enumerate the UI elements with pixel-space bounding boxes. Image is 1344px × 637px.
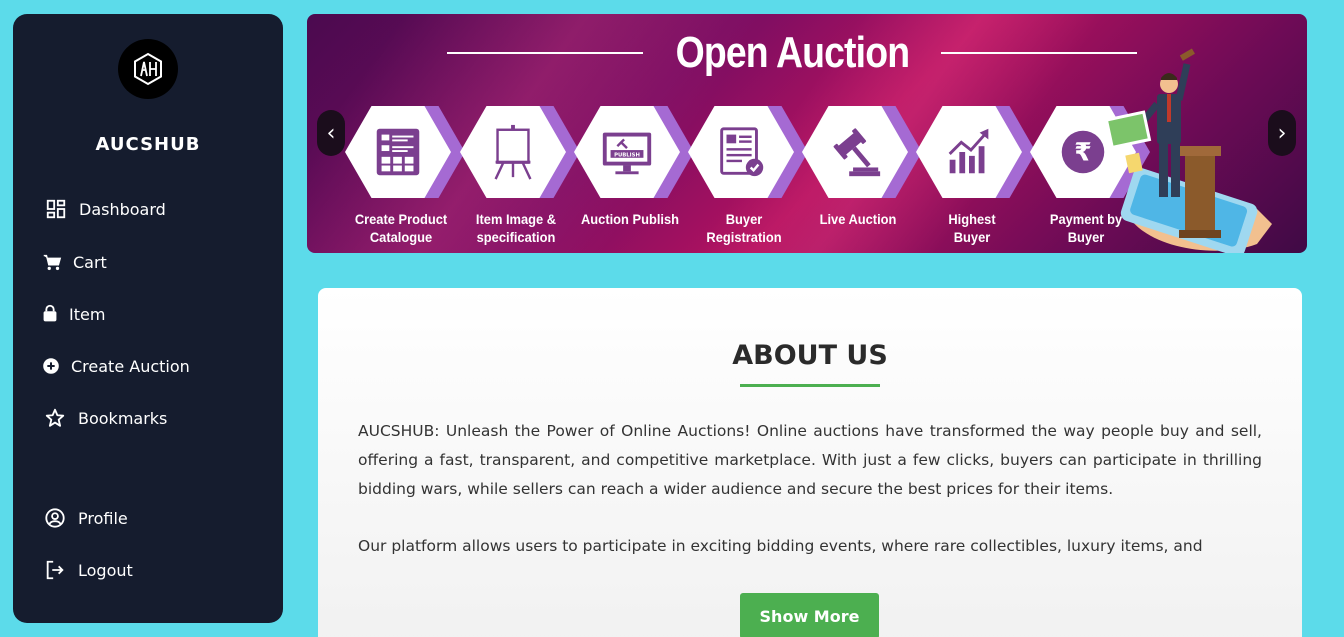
step-label: Item Image & (475, 211, 557, 227)
logo-icon (134, 52, 162, 86)
step-label: Buyer (953, 229, 991, 245)
step-label: Live Auction (819, 211, 897, 227)
show-more-button[interactable]: Show More (740, 593, 879, 637)
banner-title: Open Auction (675, 28, 909, 77)
auctioneer-illustration (1107, 48, 1272, 253)
registration-form-icon (720, 127, 764, 177)
publish-badge: PUBLISH (614, 152, 640, 158)
open-auction-banner: Open Auction ‹ › Create Product Catalogue (307, 14, 1307, 253)
user-circle-icon (45, 508, 65, 528)
nav-profile[interactable]: Profile (44, 506, 128, 530)
step-label: Buyer (725, 211, 763, 227)
nav-cart[interactable]: Cart (41, 250, 107, 274)
step-label: Auction Publish (580, 211, 680, 227)
star-icon (45, 408, 65, 427)
publish-monitor-icon: PUBLISH (602, 132, 652, 175)
nav-item-label: Item (69, 304, 106, 324)
nav-item[interactable]: Item (39, 302, 105, 326)
nav-bookmarks-label: Bookmarks (78, 408, 168, 428)
sidebar: AUCSHUB Dashboard Cart Item Create Aucti… (13, 14, 283, 623)
brand-logo[interactable] (118, 39, 178, 99)
bag-icon (43, 304, 57, 322)
banner-title-row: Open Auction (447, 28, 1138, 78)
rupee-icon: ₹ (1061, 130, 1105, 174)
step-label: Create Product (354, 211, 448, 227)
nav-create-auction[interactable]: Create Auction (40, 354, 190, 378)
catalogue-icon (376, 128, 420, 176)
dashboard-icon (46, 199, 66, 219)
step-auction-publish[interactable]: PUBLISH Auction Publish (574, 106, 694, 228)
easel-icon (494, 124, 532, 180)
step-label: Catalogue (369, 229, 433, 245)
nav-create-auction-label: Create Auction (71, 356, 190, 376)
carousel-prev-button[interactable]: ‹ (317, 110, 345, 156)
cart-icon (43, 254, 62, 271)
nav-bookmarks[interactable]: Bookmarks (44, 406, 167, 430)
step-label: Registration (706, 229, 782, 245)
about-title: ABOUT US (732, 340, 888, 371)
about-us-card: ABOUT US AUCSHUB: Unleash the Power of O… (318, 288, 1302, 637)
logout-icon (46, 560, 64, 580)
nav-dashboard-label: Dashboard (79, 199, 166, 219)
about-paragraph: Our platform allows users to participate… (358, 537, 1203, 555)
step-buyer-registration[interactable]: Buyer Registration (688, 106, 808, 246)
step-item-image[interactable]: Item Image & specification (460, 106, 580, 246)
brand-name: AUCSHUB (95, 134, 201, 155)
title-underline (740, 384, 880, 387)
step-create-catalogue[interactable]: Create Product Catalogue (345, 106, 465, 246)
nav-logout-label: Logout (78, 560, 133, 580)
growth-chart-icon (948, 128, 989, 174)
nav-dashboard[interactable]: Dashboard (45, 197, 166, 221)
gavel-icon (833, 128, 881, 177)
step-label: Highest (948, 211, 996, 227)
nav-cart-label: Cart (73, 252, 107, 272)
step-label: specification (476, 229, 556, 245)
rupee-symbol: ₹ (1074, 138, 1091, 167)
step-live-auction[interactable]: Live Auction (802, 106, 922, 228)
nav-logout[interactable]: Logout (44, 558, 133, 582)
nav-profile-label: Profile (78, 508, 128, 528)
about-paragraph: AUCSHUB: Unleash the Power of Online Auc… (358, 422, 1262, 498)
step-highest-buyer[interactable]: Highest Buyer (916, 106, 1036, 246)
divider-line (447, 52, 643, 54)
plus-circle-icon (43, 358, 59, 374)
